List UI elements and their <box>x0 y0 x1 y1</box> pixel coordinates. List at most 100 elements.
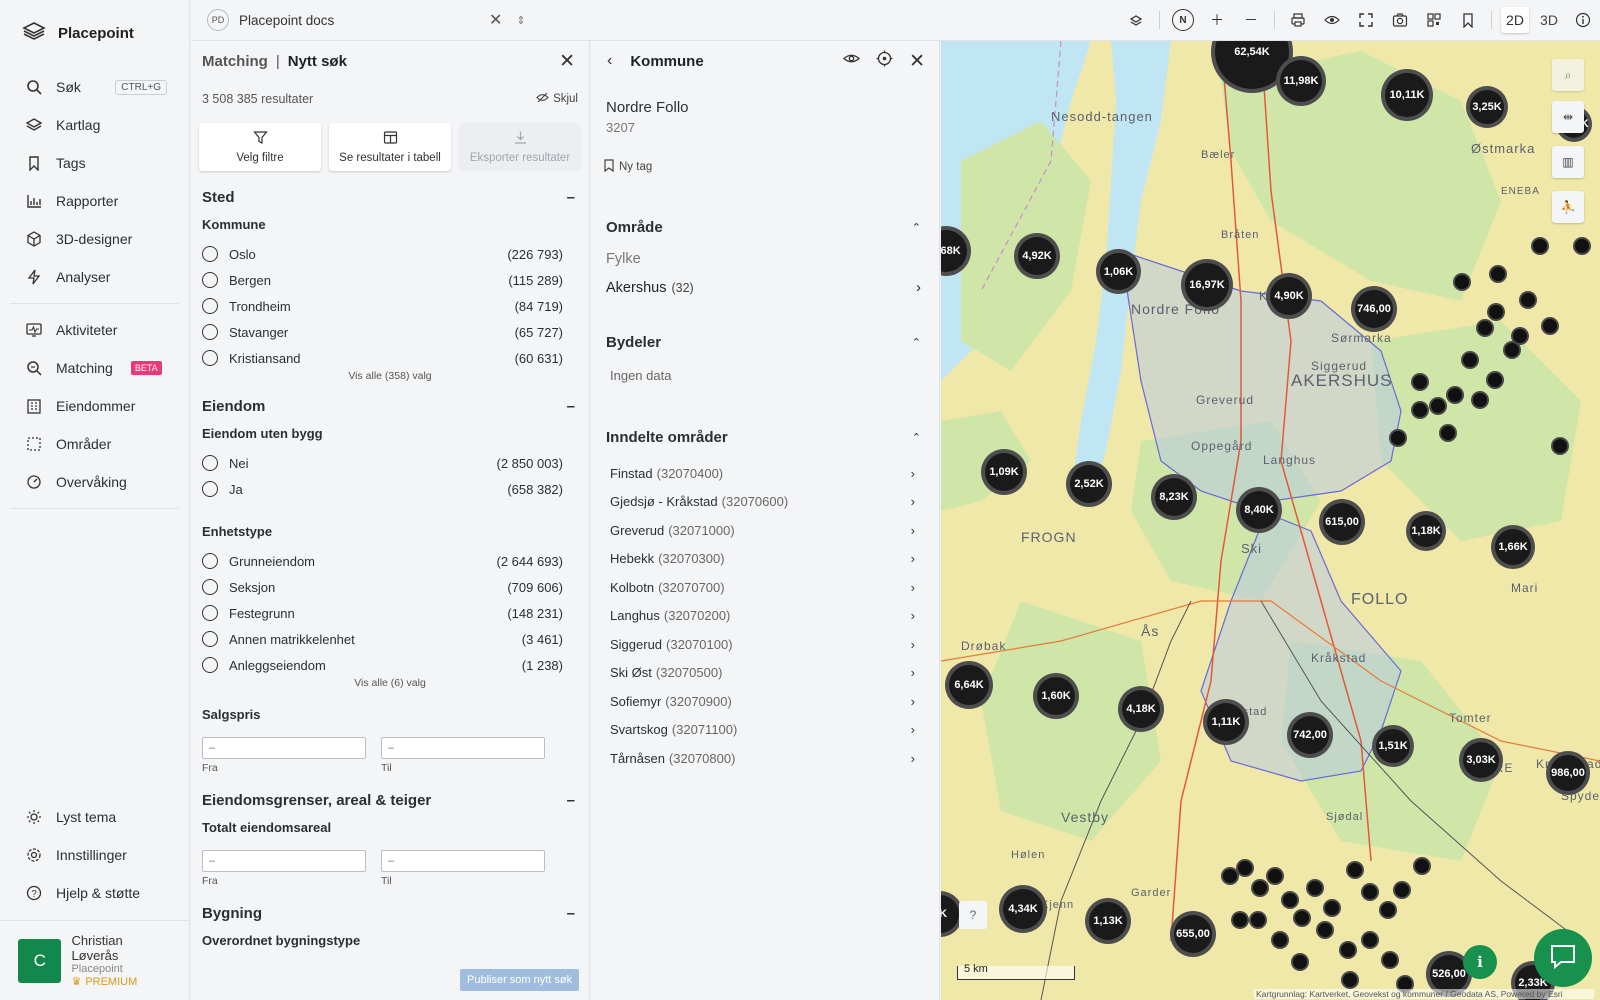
section-bydeler[interactable]: Bydeler ⌃ <box>591 332 939 352</box>
map-cluster-marker[interactable]: 1,06K <box>1096 249 1141 294</box>
map-cluster-marker[interactable]: 1,09K <box>981 449 1027 495</box>
map-cluster-marker[interactable]: 4,92K <box>1014 233 1060 279</box>
map-cluster-marker[interactable]: 1,11K <box>1203 699 1249 745</box>
radio-option[interactable]: Nei (2 850 003) <box>191 450 589 476</box>
map-cluster-marker[interactable]: 4,34K <box>999 885 1047 933</box>
qr-code-icon[interactable] <box>1417 0 1451 40</box>
radio-option[interactable]: Annen matrikkelenhet (3 461) <box>191 626 589 652</box>
radio-option[interactable]: Stavanger (65 727) <box>191 319 589 345</box>
map-cluster-marker[interactable]: 1,18K <box>1406 511 1446 551</box>
map-point-marker[interactable] <box>1381 951 1399 969</box>
show-table-button[interactable]: Se resultater i tabell <box>329 123 451 171</box>
map-point-marker[interactable] <box>1429 397 1447 415</box>
mode-2d-button[interactable]: 2D <box>1498 0 1532 40</box>
map-point-marker[interactable] <box>1573 237 1591 255</box>
section-inndelte[interactable]: Inndelte områder ⌃ <box>591 427 939 447</box>
section-omrade[interactable]: Område ⌃ <box>591 217 939 237</box>
map-pin-icon[interactable] <box>1119 0 1153 40</box>
radio-option[interactable]: Bergen (115 289) <box>191 267 589 293</box>
map-cluster-marker[interactable]: 1,13K <box>1085 898 1131 944</box>
sidebar-item-theme[interactable]: Lyst tema <box>0 798 190 836</box>
chevron-up-icon[interactable]: ⌃ <box>912 221 921 234</box>
map-point-marker[interactable] <box>1476 319 1494 337</box>
sidebar-item-settings[interactable]: Innstillinger <box>0 836 190 874</box>
map-point-marker[interactable] <box>1541 317 1559 335</box>
map-cluster-marker[interactable]: 6,64K <box>945 661 993 709</box>
user-profile[interactable]: C Christian Løverås Placepoint ♛ PREMIUM <box>0 920 190 1000</box>
price-from-input[interactable] <box>202 737 366 759</box>
radio-button[interactable] <box>202 553 218 569</box>
collapse-icon[interactable]: – <box>567 792 575 809</box>
map-point-marker[interactable] <box>1361 931 1379 949</box>
map-point-marker[interactable] <box>1446 386 1464 404</box>
map-point-marker[interactable] <box>1461 351 1479 369</box>
map-layer-tool[interactable]: ⌕ <box>1552 59 1584 91</box>
show-all-link[interactable]: Vis alle (358) valg <box>191 370 589 384</box>
map-point-marker[interactable] <box>1323 899 1341 917</box>
map-cluster-marker[interactable]: 986,00 <box>1546 751 1590 795</box>
subarea-row[interactable]: Tårnåsen (32070800) › <box>591 744 939 773</box>
back-icon[interactable]: ‹ <box>607 52 612 70</box>
radio-button[interactable] <box>202 324 218 340</box>
subarea-row[interactable]: Gjedsjø - Kråkstad (32070600) › <box>591 488 939 517</box>
sidebar-item-help[interactable]: ? Hjelp & støtte <box>0 874 190 912</box>
map-cluster-marker[interactable]: 4,90K <box>1266 273 1312 319</box>
radio-button[interactable] <box>202 631 218 647</box>
map-cluster-marker[interactable]: 3,25K <box>1466 86 1508 128</box>
radio-button[interactable] <box>202 481 218 497</box>
show-all-link[interactable]: Vis alle (6) valg <box>191 677 589 691</box>
new-tag-button[interactable]: Ny tag <box>603 159 924 175</box>
map-cluster-marker[interactable]: 8,40K <box>1236 487 1282 533</box>
map-point-marker[interactable] <box>1361 883 1379 901</box>
zoom-out-button[interactable]: － <box>1234 0 1268 40</box>
map-cluster-marker[interactable]: 3,03K <box>1459 738 1503 782</box>
map-point-marker[interactable] <box>1339 941 1357 959</box>
radio-option[interactable]: Seksjon (709 606) <box>191 574 589 600</box>
chevron-up-down-icon[interactable]: ⇕ <box>516 14 525 27</box>
sidebar-item-eiendommer[interactable]: Eiendommer <box>0 387 189 425</box>
sidebar-item-tags[interactable]: Tags <box>0 144 189 182</box>
map-cluster-marker[interactable]: 1,51K <box>1372 725 1414 767</box>
map-cluster-marker[interactable]: 10,11K <box>1381 69 1433 121</box>
map-cluster-marker[interactable]: 2,52K <box>1066 461 1112 507</box>
chevron-up-icon[interactable]: ⌃ <box>912 336 921 349</box>
north-compass-button[interactable]: N <box>1166 0 1200 40</box>
sidebar-item-rapporter[interactable]: Rapporter <box>0 182 189 220</box>
map-point-marker[interactable] <box>1411 373 1429 391</box>
subarea-row[interactable]: Sofiemyr (32070900) › <box>591 687 939 716</box>
radio-option[interactable]: Trondheim (84 719) <box>191 293 589 319</box>
radio-button[interactable] <box>202 579 218 595</box>
subarea-row[interactable]: Greverud (32071000) › <box>591 516 939 545</box>
map-chart-tool[interactable]: ▥ <box>1552 146 1584 178</box>
sidebar-item-search[interactable]: Søk CTRL+G <box>0 68 189 106</box>
subarea-row[interactable]: Finstad (32070400) › <box>591 459 939 488</box>
sidebar-item-aktiviteter[interactable]: Aktiviteter <box>0 311 189 349</box>
project-selector[interactable]: Placepoint docs <box>239 13 489 28</box>
radio-button[interactable] <box>202 605 218 621</box>
price-to-input[interactable] <box>381 737 545 759</box>
sidebar-item-omrader[interactable]: Områder <box>0 425 189 463</box>
print-icon[interactable] <box>1281 0 1315 40</box>
radio-option[interactable]: Oslo (226 793) <box>191 241 589 267</box>
map-help-button[interactable]: ? <box>959 901 987 929</box>
map-cluster-marker[interactable]: 11,98K <box>1276 56 1326 106</box>
map-point-marker[interactable] <box>1346 861 1364 879</box>
radio-option[interactable]: Grunneiendom (2 644 693) <box>191 548 589 574</box>
map-point-marker[interactable] <box>1341 971 1359 989</box>
map-point-marker[interactable] <box>1291 953 1309 971</box>
map-point-marker[interactable] <box>1379 901 1397 919</box>
map-cluster-marker[interactable]: 615,00 <box>1319 499 1365 545</box>
map-cluster-marker[interactable]: 746,00 <box>1351 286 1397 332</box>
collapse-icon[interactable]: – <box>567 189 575 206</box>
clear-icon[interactable]: ✕ <box>489 10 502 30</box>
subarea-row[interactable]: Hebekk (32070300) › <box>591 545 939 574</box>
map-point-marker[interactable] <box>1411 401 1429 419</box>
map-point-marker[interactable] <box>1389 429 1407 447</box>
eye-icon[interactable] <box>843 50 861 72</box>
map-point-marker[interactable] <box>1293 909 1311 927</box>
section-sted[interactable]: Sted – <box>191 185 589 209</box>
map-measure-tool[interactable]: ⇹ <box>1552 101 1584 133</box>
sidebar-item-analyser[interactable]: Analyser <box>0 258 189 296</box>
sidebar-item-3d-designer[interactable]: 3D-designer <box>0 220 189 258</box>
map-point-marker[interactable] <box>1221 867 1239 885</box>
